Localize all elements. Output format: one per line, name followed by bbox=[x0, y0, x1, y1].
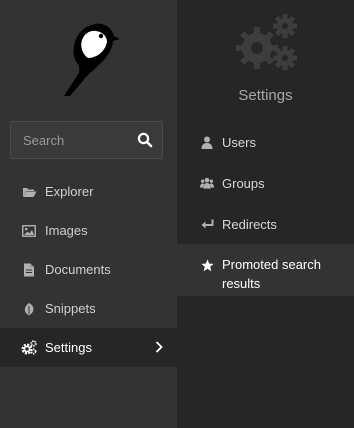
submenu-title: Settings bbox=[238, 87, 293, 104]
submenu-item-groups[interactable]: Groups bbox=[177, 171, 354, 195]
snippet-icon bbox=[21, 301, 37, 317]
cogs-icon bbox=[21, 340, 37, 356]
image-icon bbox=[21, 223, 37, 239]
menu-item-snippets[interactable]: Snippets bbox=[0, 289, 177, 328]
document-icon bbox=[21, 262, 37, 278]
menu-item-settings[interactable]: Settings bbox=[0, 328, 177, 367]
main-menu: Explorer Images Documents Snippets Setti… bbox=[0, 172, 177, 367]
cogs-icon bbox=[236, 14, 297, 70]
search-input[interactable] bbox=[11, 122, 129, 158]
settings-submenu: Settings Users Groups Redirects Promoted… bbox=[177, 0, 354, 428]
user-icon bbox=[200, 135, 214, 149]
menu-label-images: Images bbox=[45, 223, 88, 238]
search-icon[interactable] bbox=[136, 131, 154, 149]
menu-label-settings: Settings bbox=[45, 340, 92, 355]
submenu-item-users[interactable]: Users bbox=[177, 130, 354, 154]
menu-label-explorer: Explorer bbox=[45, 184, 94, 199]
menu-item-images[interactable]: Images bbox=[0, 211, 177, 250]
menu-item-explorer[interactable]: Explorer bbox=[0, 172, 177, 211]
submenu-label-promoted-search-results: Promoted search results bbox=[222, 257, 321, 291]
folder-open-icon bbox=[21, 184, 37, 200]
submenu-item-redirects[interactable]: Redirects bbox=[177, 212, 354, 236]
menu-item-documents[interactable]: Documents bbox=[0, 250, 177, 289]
submenu-label-users: Users bbox=[222, 134, 256, 150]
chevron-right-icon bbox=[155, 341, 163, 353]
redirect-icon bbox=[200, 217, 214, 231]
menu-label-documents: Documents bbox=[45, 262, 111, 277]
submenu-item-promoted-search-results[interactable]: Promoted search results bbox=[177, 244, 354, 296]
submenu-label-redirects: Redirects bbox=[222, 216, 277, 232]
menu-label-snippets: Snippets bbox=[45, 301, 96, 316]
search-box bbox=[10, 121, 163, 159]
star-icon bbox=[200, 258, 214, 272]
wagtail-logo[interactable] bbox=[52, 18, 122, 98]
sidebar: Explorer Images Documents Snippets bbox=[0, 0, 177, 428]
submenu-label-groups: Groups bbox=[222, 175, 265, 191]
group-icon bbox=[200, 176, 214, 190]
